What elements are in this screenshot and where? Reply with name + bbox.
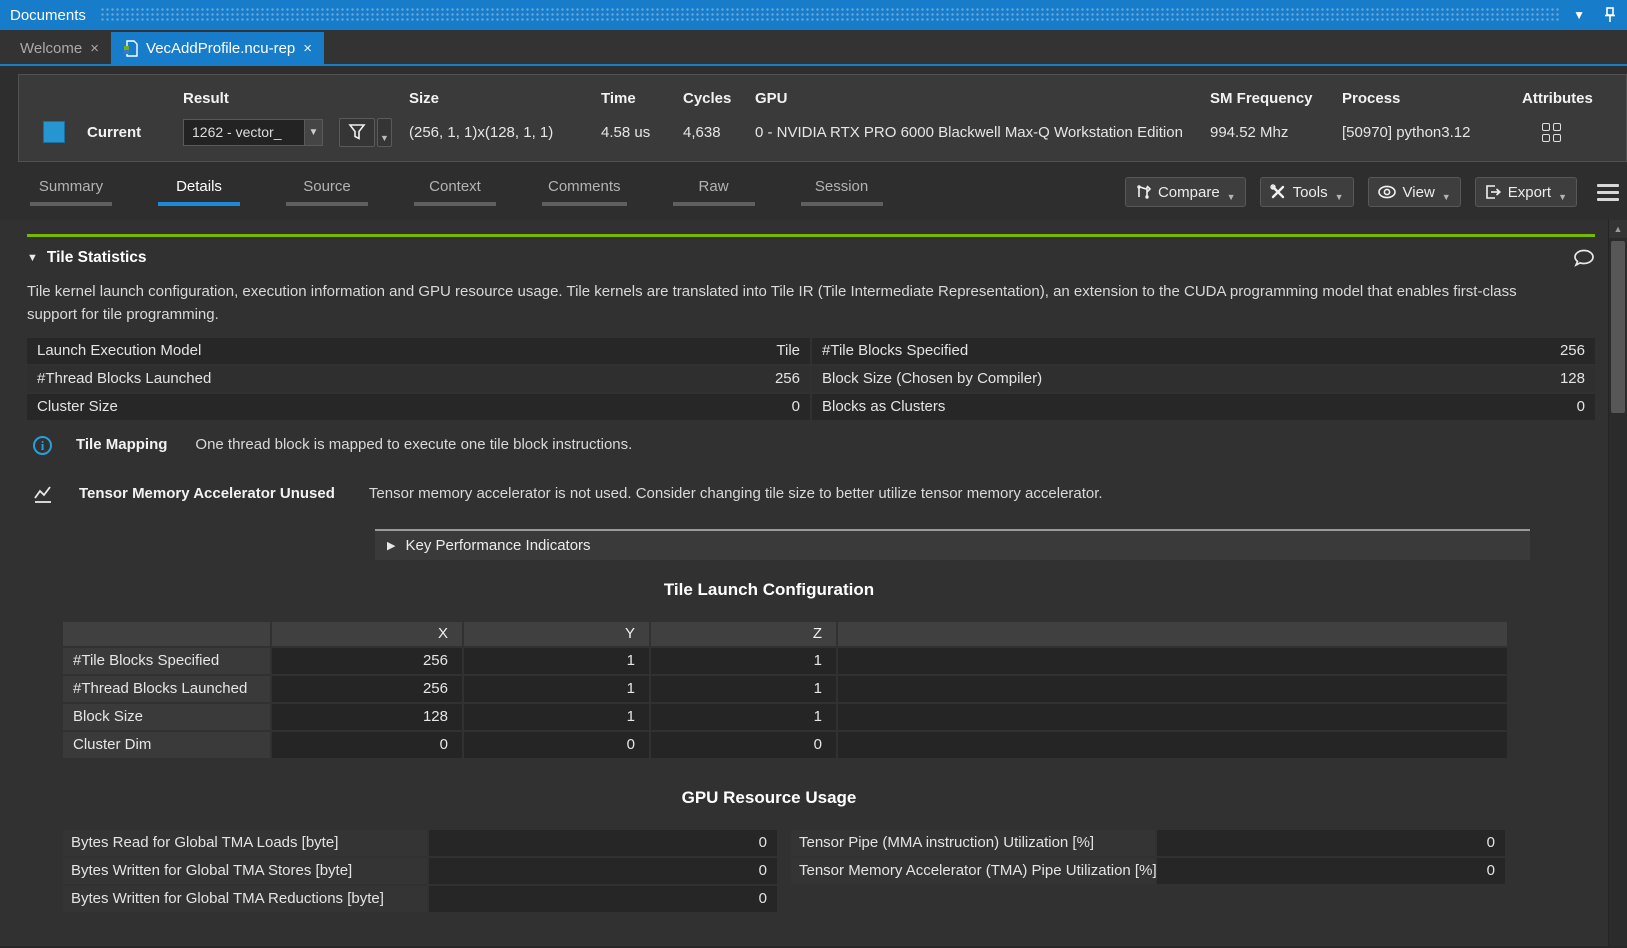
eye-icon [1378,185,1396,199]
chevron-down-icon[interactable]: ▼ [304,119,323,146]
funnel-icon [348,123,366,141]
window-title: Documents [10,7,86,24]
chevron-down-icon: ▼ [1227,192,1236,206]
tile-mapping-row: i Tile Mapping One thread block is mappe… [27,436,1595,455]
tab-details[interactable]: Details [158,178,240,206]
view-button[interactable]: View ▼ [1368,177,1461,207]
tab-source[interactable]: Source [286,178,368,206]
tab-welcome[interactable]: Welcome × [8,32,111,64]
report-file-icon [123,40,138,57]
section-title: Tile Statistics [47,249,147,267]
menu-icon[interactable] [1597,184,1619,201]
table-row: #Tile Blocks Specified 256 1 1 [63,648,1507,674]
export-button[interactable]: Export ▼ [1475,177,1577,207]
smfreq-value: 994.52 Mhz [1210,124,1338,141]
time-value: 4.58 us [601,124,679,141]
result-select-value: 1262 - vector_ [183,119,304,146]
resource-table-left: Bytes Read for Global TMA Loads [byte] 0… [63,830,777,914]
rule-title: Tensor Memory Accelerator Unused [79,485,335,502]
process-column-label: Process [1342,90,1518,111]
gpu-resource-usage-tables: Bytes Read for Global TMA Loads [byte] 0… [63,830,1505,914]
rule-text: Tensor memory accelerator is not used. C… [369,485,1103,502]
chevron-down-icon[interactable]: ▼ [1573,9,1585,21]
table-row: Bytes Read for Global TMA Loads [byte] 0 [63,830,777,856]
chevron-down-icon: ▼ [1558,192,1567,206]
tab-welcome-label: Welcome [20,40,82,57]
tab-report-label: VecAddProfile.ncu-rep [146,40,295,57]
scroll-up-arrow-icon[interactable]: ▲ [1609,220,1627,238]
vertical-scrollbar[interactable]: ▲ [1608,220,1627,946]
tools-button[interactable]: Tools ▼ [1260,177,1354,207]
cycles-column-label: Cycles [683,90,751,111]
compare-icon [1135,184,1151,200]
scrollbar-thumb[interactable] [1611,241,1625,413]
time-column-label: Time [601,90,679,111]
cycles-value: 4,638 [683,124,751,141]
tab-session[interactable]: Session [801,178,883,206]
tab-report[interactable]: VecAddProfile.ncu-rep × [111,32,324,64]
comment-bubble-icon[interactable] [1573,249,1595,267]
collapse-triangle-icon[interactable]: ▼ [27,252,38,264]
gpu-column-label: GPU [755,90,1206,111]
size-value: (256, 1, 1)x(128, 1, 1) [409,124,597,141]
line-chart-icon [33,485,55,505]
tile-statistics-summary-table: Launch Execution Model Tile #Tile Blocks… [27,338,1595,420]
table-row: #Thread Blocks Launched 256 1 1 [63,676,1507,702]
result-header-panel: Result Size Time Cycles GPU SM Frequency… [18,74,1627,162]
launch-config-table: X Y Z #Tile Blocks Specified 256 1 1 #Th… [63,622,1507,758]
table-row: Bytes Written for Global TMA Reductions … [63,886,777,912]
resource-table-right: Tensor Pipe (MMA instruction) Utilizatio… [791,830,1505,886]
tab-summary[interactable]: Summary [30,178,112,206]
attributes-grid-icon[interactable] [1542,123,1614,142]
result-color-swatch [43,121,65,143]
expand-triangle-icon: ▶ [387,539,395,552]
filter-dropdown-arrow[interactable]: ▼ [377,118,392,147]
table-header-row: X Y Z [63,622,1507,646]
table-row: Bytes Written for Global TMA Stores [byt… [63,858,777,884]
rule-title: Tile Mapping [76,436,167,453]
attributes-column-label: Attributes [1522,90,1614,111]
current-row-label: Current [87,124,141,141]
titlebar-grip-texture[interactable] [100,7,1559,23]
export-icon [1485,184,1501,200]
tab-comments[interactable]: Comments [542,178,627,206]
section-accent-rule [27,234,1595,237]
close-icon[interactable]: × [303,40,312,57]
table-row: Tensor Pipe (MMA instruction) Utilizatio… [791,830,1505,856]
smfreq-column-label: SM Frequency [1210,90,1338,111]
compare-button[interactable]: Compare ▼ [1125,177,1246,207]
table-row: #Thread Blocks Launched 256 Block Size (… [27,366,1595,392]
gpu-value: 0 - NVIDIA RTX PRO 6000 Blackwell Max-Q … [755,124,1206,141]
close-icon[interactable]: × [90,40,99,57]
filter-button[interactable] [339,118,375,147]
section-description: Tile kernel launch configuration, execut… [27,280,1557,326]
size-column-label: Size [409,90,597,111]
tma-unused-row: Tensor Memory Accelerator Unused Tensor … [27,485,1595,505]
tools-icon [1270,184,1286,200]
tab-context[interactable]: Context [414,178,496,206]
table-row: Launch Execution Model Tile #Tile Blocks… [27,338,1595,364]
key-performance-indicators-expander[interactable]: ▶ Key Performance Indicators [375,529,1530,560]
rule-text: One thread block is mapped to execute on… [195,436,632,453]
details-page-content: ▼ Tile Statistics Tile kernel launch con… [0,220,1627,946]
table-row: Block Size 128 1 1 [63,704,1507,730]
table-row: Cluster Dim 0 0 0 [63,732,1507,758]
chevron-down-icon: ▼ [1442,192,1451,206]
process-value: [50970] python3.12 [1342,124,1518,141]
launch-config-heading: Tile Launch Configuration [63,580,1475,600]
tab-raw[interactable]: Raw [673,178,755,206]
gpu-resource-usage-heading: GPU Resource Usage [63,788,1475,808]
report-page-navbar: Summary Details Source Context Comments … [0,170,1627,214]
window-titlebar: Documents ▼ [0,0,1627,30]
table-row: Tensor Memory Accelerator (TMA) Pipe Uti… [791,858,1505,884]
info-icon[interactable]: i [33,436,52,455]
result-select[interactable]: 1262 - vector_ ▼ [183,119,323,146]
table-row: Cluster Size 0 Blocks as Clusters 0 [27,394,1595,420]
chevron-down-icon: ▼ [1335,192,1344,206]
result-column-label: Result [183,90,335,111]
pin-icon[interactable] [1603,7,1617,23]
document-tab-strip: Welcome × VecAddProfile.ncu-rep × [0,30,1627,66]
